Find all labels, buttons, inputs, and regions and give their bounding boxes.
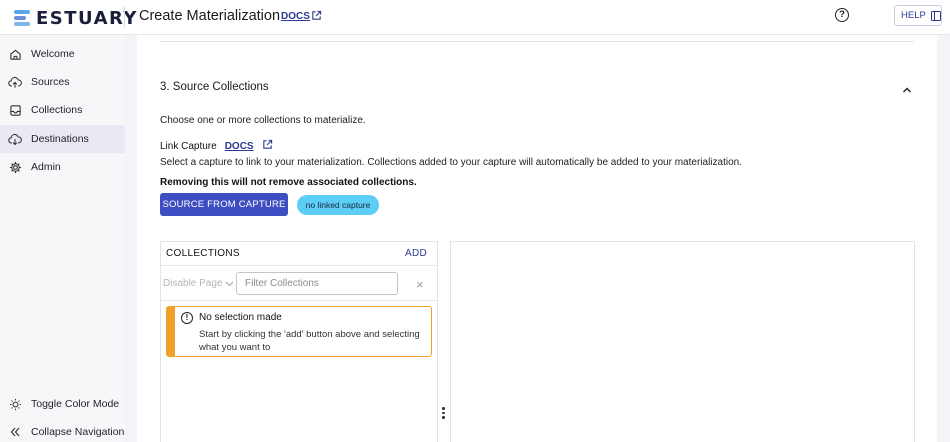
estuary-logo[interactable]: ESTUARY bbox=[14, 8, 138, 29]
add-collection-button[interactable]: ADD bbox=[405, 248, 427, 259]
external-link-icon[interactable] bbox=[262, 139, 273, 153]
alert-body: Start by clicking the 'add' button above… bbox=[199, 329, 420, 353]
inbox-icon bbox=[8, 103, 22, 117]
sidebar: Welcome Sources Collections Destinations… bbox=[0, 35, 125, 442]
disable-page-label: Disable Page bbox=[163, 278, 223, 289]
chevron-up-icon[interactable] bbox=[902, 83, 912, 97]
main-content: 3. Source Collections Choose one or more… bbox=[125, 35, 950, 442]
disable-page-select[interactable]: Disable Page bbox=[163, 278, 234, 289]
sidebar-item-sources[interactable]: Sources bbox=[0, 68, 125, 96]
link-capture-row: Link Capture DOCS bbox=[160, 139, 273, 153]
sidebar-item-admin[interactable]: Admin bbox=[0, 153, 125, 181]
collapse-navigation[interactable]: Collapse Navigation bbox=[0, 418, 125, 442]
link-capture-warning: Removing this will not remove associated… bbox=[160, 177, 417, 188]
section-description: Choose one or more collections to materi… bbox=[160, 115, 366, 126]
source-from-capture-button[interactable]: SOURCE FROM CAPTURE bbox=[160, 193, 288, 216]
help-question-icon[interactable]: ? bbox=[835, 8, 849, 22]
sidebar-item-label: Admin bbox=[31, 161, 61, 173]
help-button[interactable]: HELP bbox=[894, 5, 942, 26]
external-link-icon[interactable] bbox=[311, 10, 322, 24]
chevron-down-icon bbox=[226, 281, 234, 286]
cloud-upload-icon bbox=[8, 75, 22, 89]
sidebar-item-label: Collections bbox=[31, 104, 83, 116]
collections-title: COLLECTIONS bbox=[166, 248, 240, 259]
logo-text: ESTUARY bbox=[36, 8, 138, 29]
chevrons-left-icon bbox=[8, 425, 22, 439]
sidebar-item-welcome[interactable]: Welcome bbox=[0, 40, 125, 68]
sidebar-item-label: Destinations bbox=[31, 133, 89, 145]
filter-collections-input[interactable] bbox=[236, 272, 398, 295]
link-capture-docs-link[interactable]: DOCS bbox=[225, 141, 254, 152]
header-divider bbox=[124, 6, 125, 28]
collections-panel: COLLECTIONS ADD Disable Page × ! No sele… bbox=[160, 241, 438, 442]
section-title[interactable]: 3. Source Collections bbox=[160, 81, 269, 93]
collections-filter-row: Disable Page × bbox=[161, 267, 437, 301]
collections-header: COLLECTIONS ADD bbox=[161, 242, 437, 266]
link-capture-label: Link Capture bbox=[160, 140, 217, 152]
link-capture-description: Select a capture to link to your materia… bbox=[160, 157, 742, 168]
no-selection-alert: ! No selection made Start by clicking th… bbox=[166, 306, 432, 357]
gear-icon bbox=[8, 160, 22, 174]
resize-handle-icon[interactable] bbox=[442, 407, 445, 421]
section-divider bbox=[159, 41, 914, 42]
sun-icon bbox=[8, 397, 22, 411]
linked-capture-chip: no linked capture bbox=[297, 195, 379, 215]
alert-title: No selection made bbox=[199, 312, 282, 323]
cloud-download-icon bbox=[8, 132, 22, 146]
side-panel-icon bbox=[930, 10, 941, 21]
collapse-navigation-label: Collapse Navigation bbox=[31, 426, 125, 438]
sidebar-item-label: Welcome bbox=[31, 48, 75, 60]
collection-detail-panel bbox=[450, 241, 915, 442]
sidebar-item-destinations[interactable]: Destinations bbox=[0, 125, 125, 153]
docs-link[interactable]: DOCS bbox=[281, 11, 310, 22]
sidebar-item-collections[interactable]: Collections bbox=[0, 96, 125, 124]
top-bar: ESTUARY Create Materialization DOCS ? HE… bbox=[0, 0, 950, 35]
page-title: Create Materialization bbox=[139, 8, 281, 24]
toggle-color-mode-label: Toggle Color Mode bbox=[31, 398, 120, 410]
help-label: HELP bbox=[901, 10, 926, 21]
home-icon bbox=[8, 47, 22, 61]
clear-filter-icon[interactable]: × bbox=[416, 277, 424, 292]
sidebar-item-label: Sources bbox=[31, 76, 70, 88]
info-alert-icon: ! bbox=[181, 312, 193, 324]
logo-mark-icon bbox=[14, 10, 30, 27]
toggle-color-mode[interactable]: Toggle Color Mode bbox=[0, 390, 125, 418]
materialization-card: 3. Source Collections Choose one or more… bbox=[137, 35, 937, 442]
